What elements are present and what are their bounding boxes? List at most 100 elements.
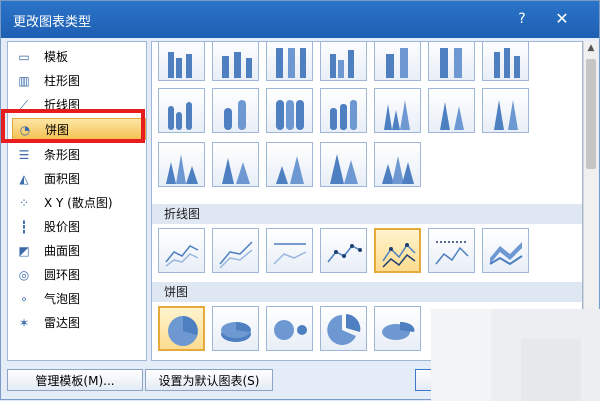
category-label: 模板 bbox=[44, 50, 69, 64]
section-header-line: 折线图 bbox=[152, 204, 582, 224]
category-label: X Y (散点图) bbox=[44, 196, 113, 210]
close-button[interactable]: ✕ bbox=[549, 7, 575, 31]
chart-subtype-thumb[interactable] bbox=[158, 42, 205, 81]
manage-templates-button[interactable]: 管理模板(M)... bbox=[7, 369, 143, 391]
chart-subtype-thumb[interactable] bbox=[158, 228, 205, 273]
change-chart-type-dialog: 更改图表类型 ? ✕ ▭ 模板 ▥ 柱形图 ⟋ 折线图 ◔ 饼图 ☰ 条形图 ◭… bbox=[0, 0, 600, 401]
3d-column-icon bbox=[494, 48, 520, 78]
radar-chart-icon: ✶ bbox=[18, 316, 30, 330]
chart-subtype-thumb[interactable] bbox=[428, 228, 475, 273]
chart-subtype-thumb[interactable] bbox=[212, 142, 259, 187]
category-item-scatter[interactable]: ⁘ X Y (散点图) bbox=[12, 192, 146, 214]
chart-subtype-thumb[interactable] bbox=[428, 42, 475, 81]
percent-cylinder-icon bbox=[276, 100, 304, 130]
clustered-cone-icon bbox=[384, 100, 410, 130]
category-item-bubble[interactable]: ∘ 气泡图 bbox=[12, 288, 146, 310]
dialog-title: 更改图表类型 bbox=[13, 15, 92, 30]
blurred-region bbox=[521, 339, 581, 401]
category-label: 气泡图 bbox=[44, 292, 81, 306]
category-label: 雷达图 bbox=[44, 316, 81, 330]
percent-pyramid-icon bbox=[276, 156, 304, 184]
stacked-cone-icon bbox=[440, 102, 464, 130]
blurred-region bbox=[431, 309, 491, 401]
chart-subtype-thumb[interactable] bbox=[374, 88, 421, 133]
chart-subtype-thumb[interactable] bbox=[374, 42, 421, 81]
chart-subtype-thumb[interactable] bbox=[374, 142, 421, 187]
chart-category-list: ▭ 模板 ▥ 柱形图 ⟋ 折线图 ◔ 饼图 ☰ 条形图 ◭ 面积图 ⁘ X Y … bbox=[7, 41, 147, 361]
3d-pyramid-icon bbox=[330, 154, 358, 184]
3d-cylinder-icon bbox=[330, 100, 357, 130]
category-item-area[interactable]: ◭ 面积图 bbox=[12, 168, 146, 190]
chart-subtype-thumb[interactable] bbox=[320, 306, 367, 351]
chart-subtype-thumb[interactable] bbox=[266, 42, 313, 81]
stacked-pyramid-icon bbox=[222, 158, 250, 184]
chart-subtype-thumb-selected[interactable] bbox=[374, 228, 421, 273]
chart-subtype-thumb[interactable] bbox=[158, 88, 205, 133]
3d-percent-column-icon bbox=[440, 48, 462, 78]
chart-subtype-thumb[interactable] bbox=[320, 42, 367, 81]
clustered-column-icon bbox=[168, 52, 192, 78]
chart-subtype-thumb[interactable] bbox=[428, 88, 475, 133]
doughnut-chart-icon: ◎ bbox=[18, 268, 30, 282]
pie-of-pie-icon bbox=[274, 320, 307, 340]
category-label: 曲面图 bbox=[44, 244, 81, 258]
line-chart-icon bbox=[165, 245, 199, 267]
chart-subtype-thumb[interactable] bbox=[266, 228, 313, 273]
category-label: 圆环图 bbox=[44, 268, 81, 282]
highlight-annotation-box bbox=[1, 109, 145, 143]
chart-subtype-thumb-selected[interactable] bbox=[158, 306, 205, 351]
chart-subtype-thumb[interactable] bbox=[320, 142, 367, 187]
clustered-pyramid-icon bbox=[166, 154, 198, 184]
stacked-line-markers-icon bbox=[382, 243, 416, 268]
chart-subtype-thumb[interactable] bbox=[482, 228, 529, 273]
chart-subtype-thumb[interactable] bbox=[320, 88, 367, 133]
stacked-line-icon bbox=[219, 241, 253, 269]
category-label: 条形图 bbox=[44, 148, 81, 162]
category-item-template[interactable]: ▭ 模板 bbox=[12, 46, 146, 68]
chart-subtype-thumb[interactable] bbox=[482, 88, 529, 133]
title-bar[interactable]: 更改图表类型 ? ✕ bbox=[1, 1, 599, 38]
set-default-chart-button[interactable]: 设置为默认图表(S) bbox=[145, 369, 273, 391]
chart-subtype-thumb[interactable] bbox=[320, 228, 367, 273]
chart-subtype-thumb[interactable] bbox=[266, 88, 313, 133]
chart-subtype-thumb[interactable] bbox=[212, 306, 259, 351]
scrollbar-thumb[interactable] bbox=[586, 59, 596, 169]
clustered-cylinder-icon bbox=[168, 102, 192, 130]
chart-subtype-thumb[interactable] bbox=[212, 42, 259, 81]
pie-chart-icon bbox=[168, 316, 198, 346]
chart-subtype-thumb[interactable] bbox=[212, 228, 259, 273]
help-button[interactable]: ? bbox=[509, 7, 535, 31]
3d-stacked-column-icon bbox=[386, 48, 408, 78]
category-item-surface[interactable]: ◩ 曲面图 bbox=[12, 240, 146, 262]
category-label: 柱形图 bbox=[44, 74, 81, 88]
folder-icon: ▭ bbox=[18, 50, 30, 64]
3d-pie-icon bbox=[221, 322, 251, 342]
bar-chart-icon: ☰ bbox=[18, 148, 30, 162]
category-item-stock[interactable]: ┇ 股价图 bbox=[12, 216, 146, 238]
3d-clustered-column-icon bbox=[330, 50, 354, 78]
chart-subtype-thumb[interactable] bbox=[212, 88, 259, 133]
3d-exploded-pie-icon bbox=[382, 321, 415, 340]
percent-line-markers-icon bbox=[435, 241, 469, 265]
category-item-radar[interactable]: ✶ 雷达图 bbox=[12, 312, 146, 334]
area-chart-icon: ◭ bbox=[19, 172, 29, 186]
chart-subtype-thumb[interactable] bbox=[374, 306, 421, 351]
section-header-pie: 饼图 bbox=[152, 282, 582, 302]
percent-column-icon bbox=[276, 48, 306, 78]
chart-subtype-thumb[interactable] bbox=[482, 42, 529, 81]
3d-line-icon bbox=[489, 242, 523, 266]
chart-subtype-thumb[interactable] bbox=[266, 306, 313, 351]
category-item-doughnut[interactable]: ◎ 圆环图 bbox=[12, 264, 146, 286]
category-item-bar[interactable]: ☰ 条形图 bbox=[12, 144, 146, 166]
category-item-column[interactable]: ▥ 柱形图 bbox=[12, 70, 146, 92]
chevron-up-icon[interactable]: ▲ bbox=[584, 41, 598, 55]
category-label: 股价图 bbox=[44, 220, 81, 234]
chart-subtype-thumb[interactable] bbox=[266, 142, 313, 187]
stacked-column-icon bbox=[222, 52, 252, 78]
scatter-chart-icon: ⁘ bbox=[18, 196, 30, 210]
category-label: 面积图 bbox=[44, 172, 81, 186]
line-markers-icon bbox=[327, 244, 362, 263]
percent-line-icon bbox=[273, 243, 307, 265]
column-chart-icon: ▥ bbox=[18, 74, 30, 88]
chart-subtype-thumb[interactable] bbox=[158, 142, 205, 187]
